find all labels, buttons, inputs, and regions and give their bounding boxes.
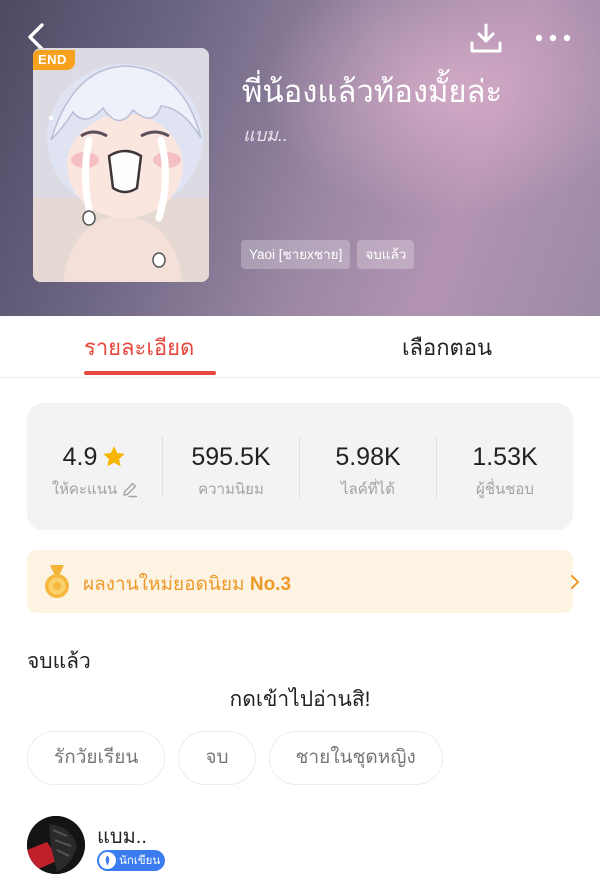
writer-badge: นักเขียน — [97, 850, 166, 871]
cover-image[interactable] — [33, 48, 209, 282]
stat-fans: 1.53K ผู้ชื่นชอบ — [437, 441, 573, 501]
chip-school-romance[interactable]: รักวัยเรียน — [27, 731, 166, 785]
author-name: แบม.. — [97, 826, 147, 848]
likes-label: ไลค์ที่ได้ — [341, 481, 395, 498]
chip-crossdressing[interactable]: ชายในชุดหญิง — [268, 731, 443, 785]
story-description: กดเข้าไปอ่านสิ! — [229, 688, 371, 711]
ranking-banner[interactable]: ผลงานใหม่ยอดนิยม No.3 — [27, 550, 579, 613]
ranking-text: ผลงานใหม่ยอดนิยม No.3 — [83, 569, 291, 599]
avatar-image — [27, 816, 85, 874]
completion-status: จบแล้ว — [27, 650, 91, 673]
tag-status[interactable]: จบแล้ว — [357, 240, 415, 269]
quill-icon — [99, 852, 116, 869]
fans-label: ผู้ชื่นชอบ — [476, 481, 534, 498]
tab-details[interactable]: รายละเอียด — [84, 330, 194, 365]
rating-label: ให้คะแนน — [51, 481, 118, 498]
ranking-number: No.3 — [249, 574, 292, 595]
popularity-label: ความนิยม — [198, 481, 264, 498]
download-icon[interactable] — [468, 20, 504, 56]
pencil-icon[interactable] — [121, 481, 138, 498]
rating-value: 4.9 — [62, 442, 98, 471]
likes-value: 5.98K — [335, 442, 401, 471]
keyword-chips: รักวัยเรียน จบ ชายในชุดหญิง — [27, 731, 443, 785]
writer-badge-label: นักเขียน — [119, 854, 161, 867]
avatar[interactable] — [27, 816, 85, 874]
star-icon — [103, 446, 125, 467]
story-title: พี่น้องแล้วท้องมั้ยล่ะ — [242, 74, 503, 109]
genre-tags: Yaoi [ชายxชาย] จบแล้ว — [241, 240, 415, 269]
ranking-label: ผลงานใหม่ยอดนิยม — [83, 574, 245, 595]
stats-card: 4.9 ให้คะแนน 595.5K ความนิยม 5.98K ไลค์ท… — [27, 403, 573, 530]
end-badge: END — [33, 50, 75, 70]
medal-icon — [45, 565, 69, 598]
active-tab-indicator — [84, 371, 216, 375]
header-banner: END พี่น้องแล้วท้องมั้ยล่ะ แบม.. Yaoi [ช… — [0, 0, 600, 316]
stat-likes: 5.98K ไลค์ที่ได้ — [300, 441, 436, 501]
header-author[interactable]: แบม.. — [243, 120, 288, 149]
tab-bar: รายละเอียด เลือกตอน — [0, 316, 600, 378]
stat-rating[interactable]: 4.9 ให้คะแนน — [27, 441, 163, 501]
tab-episodes[interactable]: เลือกตอน — [402, 330, 492, 365]
chip-completed[interactable]: จบ — [178, 731, 256, 785]
author-row[interactable]: แบม.. นักเขียน — [27, 816, 573, 876]
tag-genre[interactable]: Yaoi [ชายxชาย] — [241, 240, 351, 269]
cover-illustration — [33, 48, 209, 282]
popularity-value: 595.5K — [191, 442, 271, 471]
stat-popularity: 595.5K ความนิยม — [163, 441, 299, 501]
more-dots-icon[interactable] — [532, 26, 574, 50]
fans-value: 1.53K — [472, 442, 538, 471]
chevron-right-icon — [571, 575, 579, 589]
